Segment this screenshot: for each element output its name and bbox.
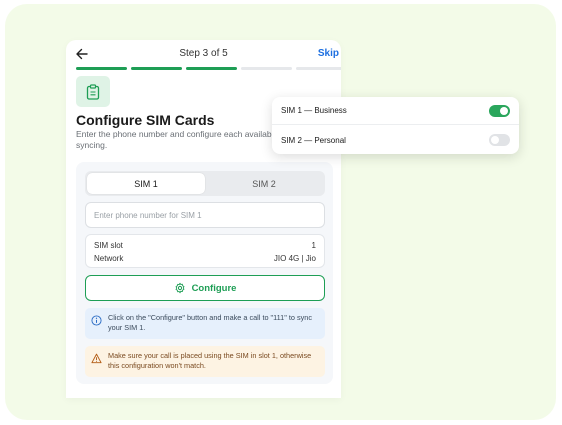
sim-2-toggle[interactable]: [489, 134, 510, 146]
info-note: Click on the "Configure" button and make…: [85, 308, 325, 339]
skip-button[interactable]: Skip: [318, 48, 339, 59]
progress-segment: [131, 67, 182, 70]
sim-config-panel: SIM 1 SIM 2 Enter phone number for SIM 1…: [76, 162, 333, 384]
sim-option-label: SIM 1 — Business: [281, 106, 347, 115]
info-circle-icon: [91, 315, 102, 326]
toggle-knob: [500, 106, 508, 115]
clipboard-icon: [86, 83, 100, 100]
document-tile: [76, 76, 110, 107]
warning-note-text: Make sure your call is placed using the …: [108, 351, 312, 370]
progress-segment: [241, 67, 292, 70]
page-title: Configure SIM Cards: [76, 112, 215, 128]
progress-segment: [296, 67, 341, 70]
sim-selector-popup: SIM 1 — Business SIM 2 — Personal: [272, 97, 519, 154]
step-progress-bar: [76, 67, 341, 70]
tab-sim-1[interactable]: SIM 1: [87, 173, 205, 194]
top-bar: Step 3 of 5 Skip: [66, 40, 341, 68]
info-note-text: Click on the "Configure" button and make…: [108, 313, 312, 332]
sim-tabs: SIM 1 SIM 2: [85, 171, 325, 196]
warning-triangle-icon: [91, 353, 102, 364]
network-label: Network: [94, 254, 124, 263]
step-indicator: Step 3 of 5: [179, 48, 228, 59]
sim-slot-label: SIM slot: [94, 241, 123, 250]
phone-number-input[interactable]: Enter phone number for SIM 1: [85, 202, 325, 228]
network-row: Network JIO 4G | Jio: [94, 252, 316, 265]
sim-slot-row: SIM slot 1: [94, 239, 316, 252]
sim-info-box: SIM slot 1 Network JIO 4G | Jio: [85, 234, 325, 268]
sim-option-business[interactable]: SIM 1 — Business: [272, 97, 519, 125]
tab-sim-2[interactable]: SIM 2: [205, 173, 323, 194]
sim-slot-value: 1: [311, 241, 316, 250]
sim-option-label: SIM 2 — Personal: [281, 135, 346, 145]
warning-note: Make sure your call is placed using the …: [85, 346, 325, 377]
configure-label: Configure: [191, 282, 237, 294]
progress-segment: [186, 67, 237, 70]
setup-screen: Step 3 of 5 Skip Configure SIM Cards Ent…: [66, 40, 341, 398]
configure-button[interactable]: Configure: [85, 275, 325, 301]
gear-icon: [175, 282, 184, 294]
network-value: JIO 4G | Jio: [273, 254, 316, 263]
sim-1-toggle[interactable]: [489, 104, 510, 117]
sim-option-personal[interactable]: SIM 2 — Personal: [272, 126, 519, 154]
toggle-knob: [491, 136, 499, 144]
progress-segment: [76, 67, 127, 70]
